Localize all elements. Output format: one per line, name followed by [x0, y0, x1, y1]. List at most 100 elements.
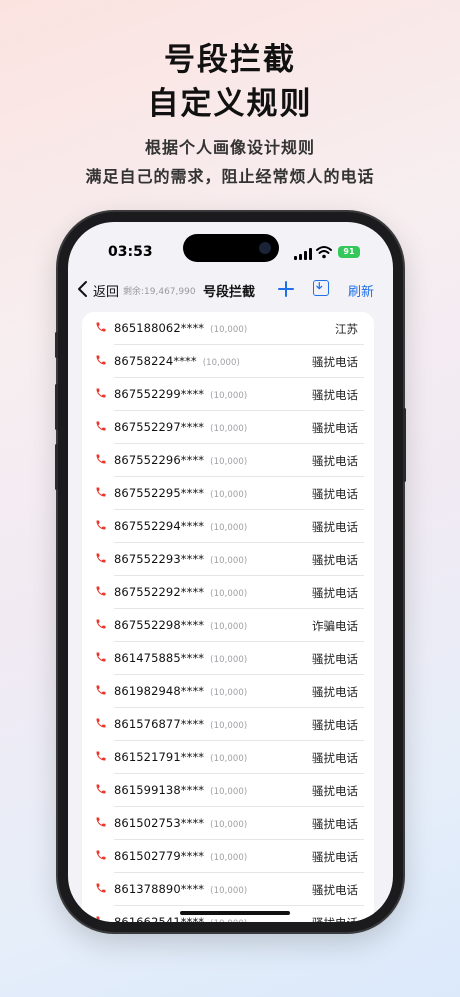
phone-icon — [96, 619, 106, 629]
battery-icon: 91 — [338, 246, 360, 258]
plus-icon[interactable] — [276, 279, 296, 299]
list-item[interactable]: 861502779**** (10,000) 骚扰电话 — [82, 840, 374, 873]
phone-icon — [96, 718, 106, 728]
hero-title-line1: 号段拦截 — [164, 42, 296, 78]
phone-icon — [96, 784, 106, 794]
rule-count: (10,000) — [202, 358, 240, 368]
rule-tag: 骚扰电话 — [312, 487, 358, 501]
rule-count: (10,000) — [210, 688, 248, 698]
rule-number-text: 861502779**** — [114, 849, 205, 863]
rule-tag: 骚扰电话 — [312, 850, 358, 864]
hero-title-line2: 自定义规则 — [147, 86, 313, 122]
rule-number: 867552295**** (10,000) — [114, 486, 247, 500]
nav-bar: 返回 剩余:19,467,990 号段拦截 刷新 — [68, 276, 393, 304]
rule-number-text: 86758224**** — [114, 354, 197, 368]
rule-number-text: 867552297**** — [114, 420, 205, 434]
list-item[interactable]: 867552296**** (10,000) 骚扰电话 — [82, 444, 374, 477]
rule-count: (10,000) — [210, 325, 248, 335]
list-item[interactable]: 865188062**** (10,000) 江苏 — [82, 312, 374, 345]
rule-number: 861599138**** (10,000) — [114, 783, 247, 797]
phone-screen: 03:53 91 返回 剩余:19,467,990 号段拦截 刷新 865188… — [68, 222, 393, 922]
rule-tag: 骚扰电话 — [312, 652, 358, 666]
phone-icon — [96, 685, 106, 695]
list-item[interactable]: 867552298**** (10,000) 诈骗电话 — [82, 609, 374, 642]
rule-tag: 骚扰电话 — [312, 883, 358, 897]
rule-tag: 骚扰电话 — [312, 355, 358, 369]
back-button[interactable]: 返回 — [93, 281, 119, 300]
rule-count: (10,000) — [210, 523, 248, 533]
rule-number-text: 867552296**** — [114, 453, 205, 467]
list-item[interactable]: 861475885**** (10,000) 骚扰电话 — [82, 642, 374, 675]
list-item[interactable]: 861576877**** (10,000) 骚扰电话 — [82, 708, 374, 741]
rule-tag: 江苏 — [335, 322, 358, 336]
list-item[interactable]: 861521791**** (10,000) 骚扰电话 — [82, 741, 374, 774]
rule-number-text: 861475885**** — [114, 651, 205, 665]
rule-number-text: 861982948**** — [114, 684, 205, 698]
volume-down-button — [55, 444, 58, 490]
wifi-icon — [316, 246, 332, 259]
rule-tag: 骚扰电话 — [312, 915, 358, 922]
list-item[interactable]: 867552292**** (10,000) 骚扰电话 — [82, 576, 374, 609]
camera-icon — [259, 242, 271, 254]
rule-number: 867552299**** (10,000) — [114, 387, 247, 401]
rule-number-text: 861576877**** — [114, 717, 205, 731]
phone-icon — [96, 487, 106, 497]
rule-tag: 诈骗电话 — [312, 619, 358, 633]
rule-tag: 骚扰电话 — [312, 421, 358, 435]
list-item[interactable]: 861982948**** (10,000) 骚扰电话 — [82, 675, 374, 708]
rule-list: 865188062**** (10,000) 江苏 86758224**** (10,0… — [82, 312, 374, 922]
list-item[interactable]: 86758224**** (10,000) 骚扰电话 — [82, 345, 374, 378]
list-item[interactable]: 867552295**** (10,000) 骚扰电话 — [82, 477, 374, 510]
rule-number: 861576877**** (10,000) — [114, 717, 247, 731]
download-icon[interactable] — [313, 280, 329, 296]
rule-tag: 骚扰电话 — [312, 751, 358, 765]
rule-number-text: 861599138**** — [114, 783, 205, 797]
rule-number-text: 861662541**** — [114, 915, 205, 922]
rule-number-text: 861502753**** — [114, 816, 205, 830]
rule-number: 867552293**** (10,000) — [114, 552, 247, 566]
page-title: 号段拦截 — [203, 285, 256, 300]
phone-icon — [96, 586, 106, 596]
dynamic-island — [183, 234, 279, 262]
rule-number-text: 867552293**** — [114, 552, 205, 566]
rule-tag: 骚扰电话 — [312, 388, 358, 402]
list-item[interactable]: 861599138**** (10,000) 骚扰电话 — [82, 774, 374, 807]
list-item[interactable]: 867552299**** (10,000) 骚扰电话 — [82, 378, 374, 411]
phone-frame: 03:53 91 返回 剩余:19,467,990 号段拦截 刷新 865188… — [55, 212, 406, 932]
rule-count: (10,000) — [210, 754, 248, 764]
volume-up-button — [55, 384, 58, 430]
phone-icon — [96, 355, 106, 365]
phone-icon — [96, 817, 106, 827]
rule-tag: 骚扰电话 — [312, 718, 358, 732]
rule-number: 861502753**** (10,000) — [114, 816, 247, 830]
rule-number-text: 867552294**** — [114, 519, 205, 533]
rule-count: (10,000) — [210, 589, 248, 599]
list-item[interactable]: 867552294**** (10,000) 骚扰电话 — [82, 510, 374, 543]
list-item[interactable]: 861502753**** (10,000) 骚扰电话 — [82, 807, 374, 840]
rule-tag: 骚扰电话 — [312, 784, 358, 798]
rule-count: (10,000) — [210, 391, 248, 401]
silent-switch — [55, 332, 58, 358]
phone-icon — [96, 454, 106, 464]
list-item[interactable]: 867552293**** (10,000) 骚扰电话 — [82, 543, 374, 576]
rule-count: (10,000) — [210, 787, 248, 797]
home-indicator — [180, 911, 290, 915]
status-time: 03:53 — [108, 244, 153, 260]
rule-number-text: 867552299**** — [114, 387, 205, 401]
hero-subtitle-line1: 根据个人画像设计规则 — [144, 138, 315, 157]
rule-count: (10,000) — [210, 721, 248, 731]
rule-number-text: 861378890**** — [114, 882, 205, 896]
signal-icon — [294, 248, 312, 260]
back-chevron-icon[interactable] — [76, 280, 90, 298]
rule-number: 861378890**** (10,000) — [114, 882, 247, 896]
rule-number: 867552292**** (10,000) — [114, 585, 247, 599]
phone-icon — [96, 916, 100, 922]
list-item[interactable]: 861378890**** (10,000) 骚扰电话 — [82, 873, 374, 906]
phone-icon — [96, 883, 106, 893]
rule-count: (10,000) — [210, 424, 248, 434]
rule-count: (10,000) — [210, 886, 248, 896]
rule-number-text: 867552295**** — [114, 486, 205, 500]
list-item[interactable]: 867552297**** (10,000) 骚扰电话 — [82, 411, 374, 444]
rule-number: 867552297**** (10,000) — [114, 420, 247, 434]
refresh-button[interactable]: 刷新 — [348, 281, 374, 300]
